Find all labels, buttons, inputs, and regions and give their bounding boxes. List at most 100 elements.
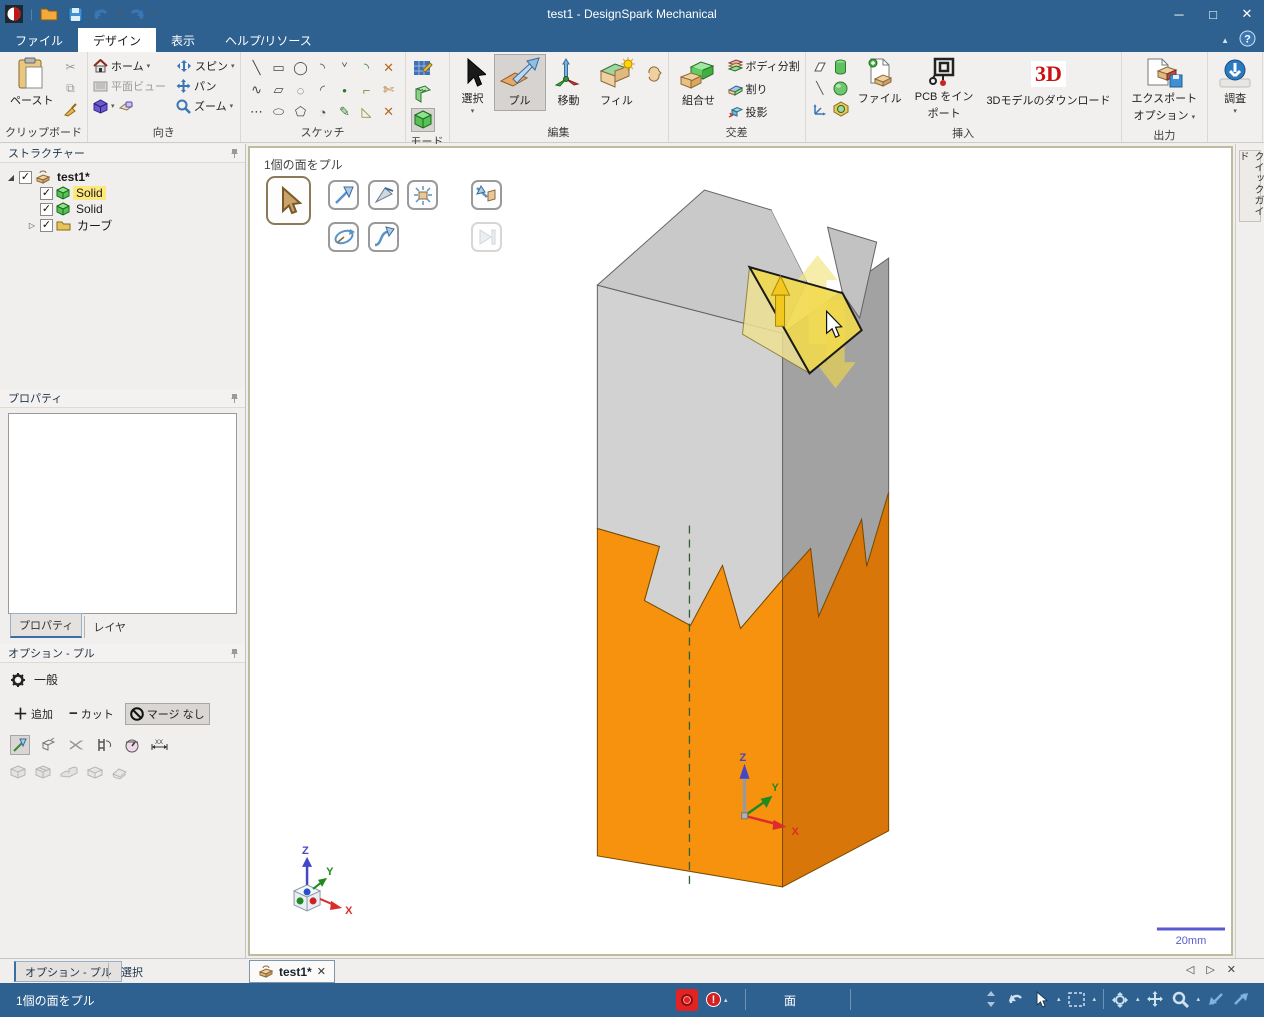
format-painter-icon[interactable]: [61, 100, 79, 118]
combine-button[interactable]: 組合せ: [674, 54, 724, 111]
tree-item-curves[interactable]: ▷ ✓ カーブ: [6, 217, 245, 233]
no-direction-tool[interactable]: [66, 735, 86, 755]
corner-triad[interactable]: Z Y X: [292, 845, 353, 917]
section-mode-button[interactable]: [411, 82, 435, 106]
tab-properties[interactable]: プロパティ: [10, 613, 83, 638]
checkbox[interactable]: ✓: [40, 218, 53, 232]
prev-tab-icon[interactable]: ◁: [1186, 963, 1194, 976]
undo-dropdown[interactable]: ▾: [117, 10, 121, 18]
fill-button[interactable]: フィル: [592, 54, 642, 111]
three-point-arc-icon[interactable]: ◔: [312, 101, 334, 123]
pull-button[interactable]: プル: [493, 54, 546, 111]
pull-direction-tool[interactable]: [10, 735, 30, 755]
export-options-button[interactable]: エクスポート オプション ▾: [1127, 54, 1203, 126]
record-button[interactable]: [676, 989, 698, 1011]
point-icon[interactable]: •: [334, 79, 356, 101]
bend-icon[interactable]: ⌐: [356, 79, 378, 101]
expander-icon[interactable]: ▷: [27, 221, 37, 230]
redo-dropdown[interactable]: ▾: [153, 10, 157, 18]
delete-curve-icon[interactable]: ✕: [378, 101, 400, 123]
cylinder-icon[interactable]: [832, 58, 850, 76]
spin-button[interactable]: スピン ▾: [176, 56, 235, 76]
project-button[interactable]: 投影: [727, 102, 800, 122]
panel-tab-options-pull[interactable]: オプション - プル: [14, 961, 122, 982]
sketch-mode-button[interactable]: [411, 56, 435, 80]
polygon-rect-icon[interactable]: ▱: [268, 79, 290, 101]
select-target-button[interactable]: [266, 176, 311, 225]
undo-icon[interactable]: [91, 4, 111, 24]
tab-file[interactable]: ファイル: [0, 28, 78, 52]
gyroid-icon[interactable]: [832, 100, 850, 118]
model-canvas[interactable]: Z Y X Z Y X 20mm: [250, 148, 1231, 954]
investigate-button[interactable]: 調査 ▾: [1213, 54, 1257, 118]
select-dropdown-icon[interactable]: ▴: [1057, 995, 1061, 1003]
properties-grid[interactable]: [8, 413, 237, 614]
pan-tool-icon[interactable]: [1146, 989, 1164, 1009]
fillet-icon[interactable]: ◺: [356, 101, 378, 123]
zoom-dropdown-icon[interactable]: ▴: [1196, 995, 1200, 1003]
options-general-row[interactable]: 一般: [0, 663, 245, 694]
preset-box-icon[interactable]: [87, 765, 103, 780]
download-3d-button[interactable]: 3D 3Dモデルのダウンロード: [981, 54, 1115, 111]
expander-icon[interactable]: ◢: [6, 173, 16, 182]
pull-up-to-button[interactable]: [471, 180, 502, 210]
maximize-button[interactable]: □: [1196, 0, 1230, 28]
close-tabs-icon[interactable]: ✕: [1227, 963, 1236, 976]
select-cursor-icon[interactable]: [1032, 989, 1050, 1009]
error-indicator[interactable]: ! ▴: [706, 992, 728, 1007]
tab-layers[interactable]: レイヤ: [84, 616, 134, 638]
zoom-button[interactable]: ズーム ▾: [176, 96, 235, 116]
orbit-dropdown-icon[interactable]: ▴: [1136, 995, 1140, 1003]
orbit-icon[interactable]: [1111, 989, 1129, 1009]
close-tab-icon[interactable]: ✕: [317, 965, 326, 978]
cut-icon[interactable]: ✂: [61, 58, 79, 76]
preset-cube-icon[interactable]: [35, 765, 51, 780]
minimize-button[interactable]: ─: [1162, 0, 1196, 28]
import-pcb-button[interactable]: PCB をイン ポート: [910, 54, 979, 124]
pin-icon[interactable]: [230, 393, 239, 404]
pull-sweep-path-button[interactable]: [368, 222, 399, 252]
split-curve-icon[interactable]: ✄: [378, 79, 400, 101]
tree-item-solid-2[interactable]: ✓ Solid: [6, 201, 245, 217]
construction-circle-icon[interactable]: ◌: [290, 79, 312, 101]
app-logo-icon[interactable]: [4, 4, 24, 24]
snapshot-icon[interactable]: [118, 99, 135, 114]
pan-button[interactable]: パン: [176, 76, 235, 96]
pull-scale-button[interactable]: [407, 180, 438, 210]
home-button[interactable]: ホーム ▾: [93, 56, 166, 76]
zoom-out-arrow-icon[interactable]: [1232, 989, 1250, 1009]
checkbox[interactable]: ✓: [40, 186, 53, 200]
copy-icon[interactable]: ⧉: [61, 79, 79, 97]
construction-line-icon[interactable]: ⋯: [246, 101, 268, 123]
line-icon[interactable]: ╲: [246, 57, 268, 79]
polygon-icon[interactable]: ⬠: [290, 101, 312, 123]
pin-icon[interactable]: [230, 148, 239, 159]
arc-icon[interactable]: ◝: [312, 57, 334, 79]
select-button[interactable]: 選択 ▾: [455, 54, 491, 118]
gauge-tool[interactable]: [122, 735, 142, 755]
pull-handle-shaft[interactable]: [775, 294, 786, 327]
quick-guide-tab[interactable]: クイックガイド: [1237, 150, 1263, 222]
sketch-plane-icon[interactable]: ✎: [334, 101, 356, 123]
tab-design[interactable]: デザイン: [78, 28, 157, 52]
pull-revolve-button[interactable]: [328, 222, 359, 252]
preset-wedge-icon[interactable]: [112, 766, 127, 780]
preset-step-icon[interactable]: [60, 765, 78, 780]
tree-item-solid-1[interactable]: ✓ Solid: [6, 185, 245, 201]
next-tab-icon[interactable]: ▷: [1206, 963, 1214, 976]
zoom-tool-icon[interactable]: [1171, 989, 1189, 1009]
panel-tab-select[interactable]: 選択: [112, 961, 152, 982]
trim-icon[interactable]: ✕: [378, 57, 400, 79]
open-file-icon[interactable]: [39, 4, 59, 24]
sweep-arc-icon[interactable]: ◜: [312, 79, 334, 101]
rectangle-icon[interactable]: ▭: [268, 57, 290, 79]
checkbox[interactable]: ✓: [40, 202, 53, 216]
sphere-icon[interactable]: [832, 79, 850, 97]
origin-axes-icon[interactable]: [811, 100, 829, 118]
close-button[interactable]: ✕: [1230, 0, 1264, 28]
tab-display[interactable]: 表示: [156, 28, 210, 52]
pull-both-tool[interactable]: [38, 735, 58, 755]
ellipse-icon[interactable]: ⬭: [268, 101, 290, 123]
insert-file-button[interactable]: ファイル: [853, 54, 907, 109]
zoom-in-arrow-icon[interactable]: [1207, 989, 1225, 1009]
